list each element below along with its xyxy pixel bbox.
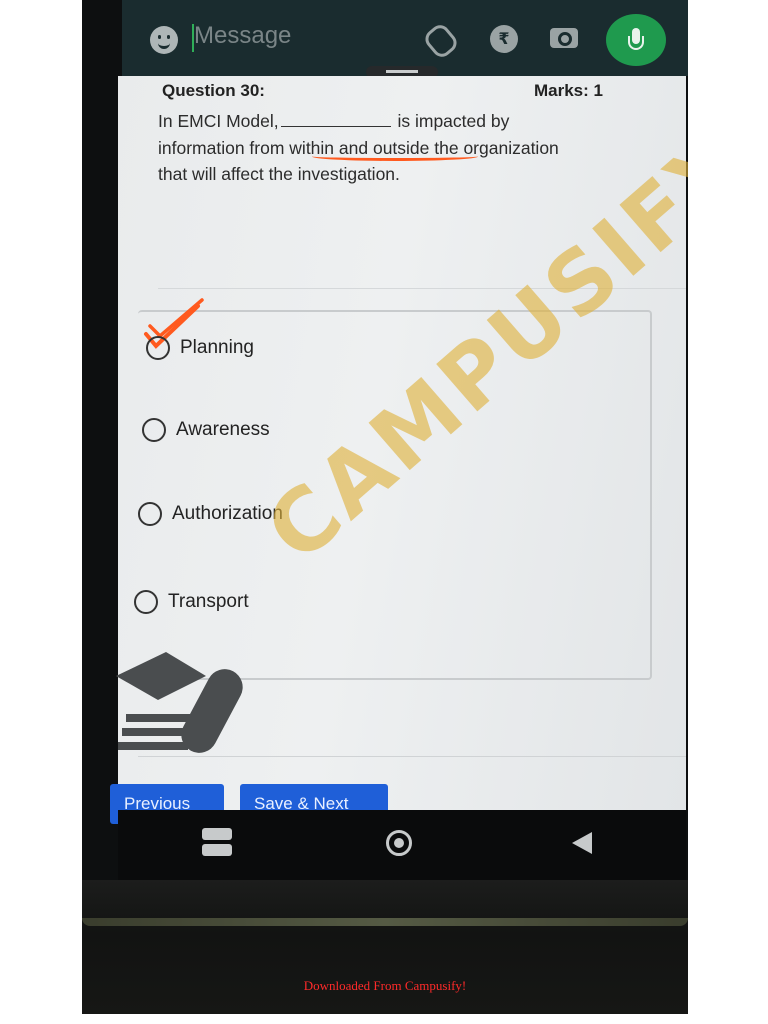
message-bar: Message ₹ xyxy=(122,0,688,76)
attach-icon[interactable] xyxy=(421,21,461,61)
radio-icon[interactable] xyxy=(134,590,158,614)
option-label: Planning xyxy=(180,337,254,358)
campusify-logo-icon xyxy=(116,652,243,753)
option-label: Transport xyxy=(168,591,249,612)
question-text: In EMCI Model, is impacted by informatio… xyxy=(158,108,588,188)
phone-photo: Message ₹ Question 30: Marks: 1 In EMCI … xyxy=(82,0,688,1014)
phone-edge xyxy=(82,918,688,926)
camera-icon[interactable] xyxy=(550,28,578,48)
mic-icon[interactable] xyxy=(606,14,666,66)
radio-icon[interactable] xyxy=(142,418,166,442)
home-icon[interactable] xyxy=(386,830,412,856)
download-footer: Downloaded From Campusify! xyxy=(303,978,467,993)
handwritten-underline xyxy=(312,152,478,161)
exam-screen: Question 30: Marks: 1 In EMCI Model, is … xyxy=(110,76,688,824)
option-planning[interactable]: Planning xyxy=(146,336,254,360)
option-transport[interactable]: Transport xyxy=(134,590,249,614)
radio-icon[interactable] xyxy=(146,336,170,360)
answer-blank xyxy=(280,112,391,127)
recent-apps-icon[interactable] xyxy=(202,828,232,856)
question-text-part1: In EMCI Model, xyxy=(158,111,279,131)
emoji-icon[interactable] xyxy=(150,26,178,54)
option-awareness[interactable]: Awareness xyxy=(142,418,270,442)
radio-icon[interactable] xyxy=(138,502,162,526)
footer-divider xyxy=(138,756,686,757)
question-marks: Marks: 1 xyxy=(534,81,603,100)
question-number: Question 30: xyxy=(162,81,265,100)
message-input[interactable]: Message xyxy=(194,22,291,50)
android-nav-bar xyxy=(118,810,686,880)
rupee-icon[interactable]: ₹ xyxy=(490,25,518,53)
back-icon[interactable] xyxy=(572,832,592,854)
option-label: Awareness xyxy=(176,419,270,440)
